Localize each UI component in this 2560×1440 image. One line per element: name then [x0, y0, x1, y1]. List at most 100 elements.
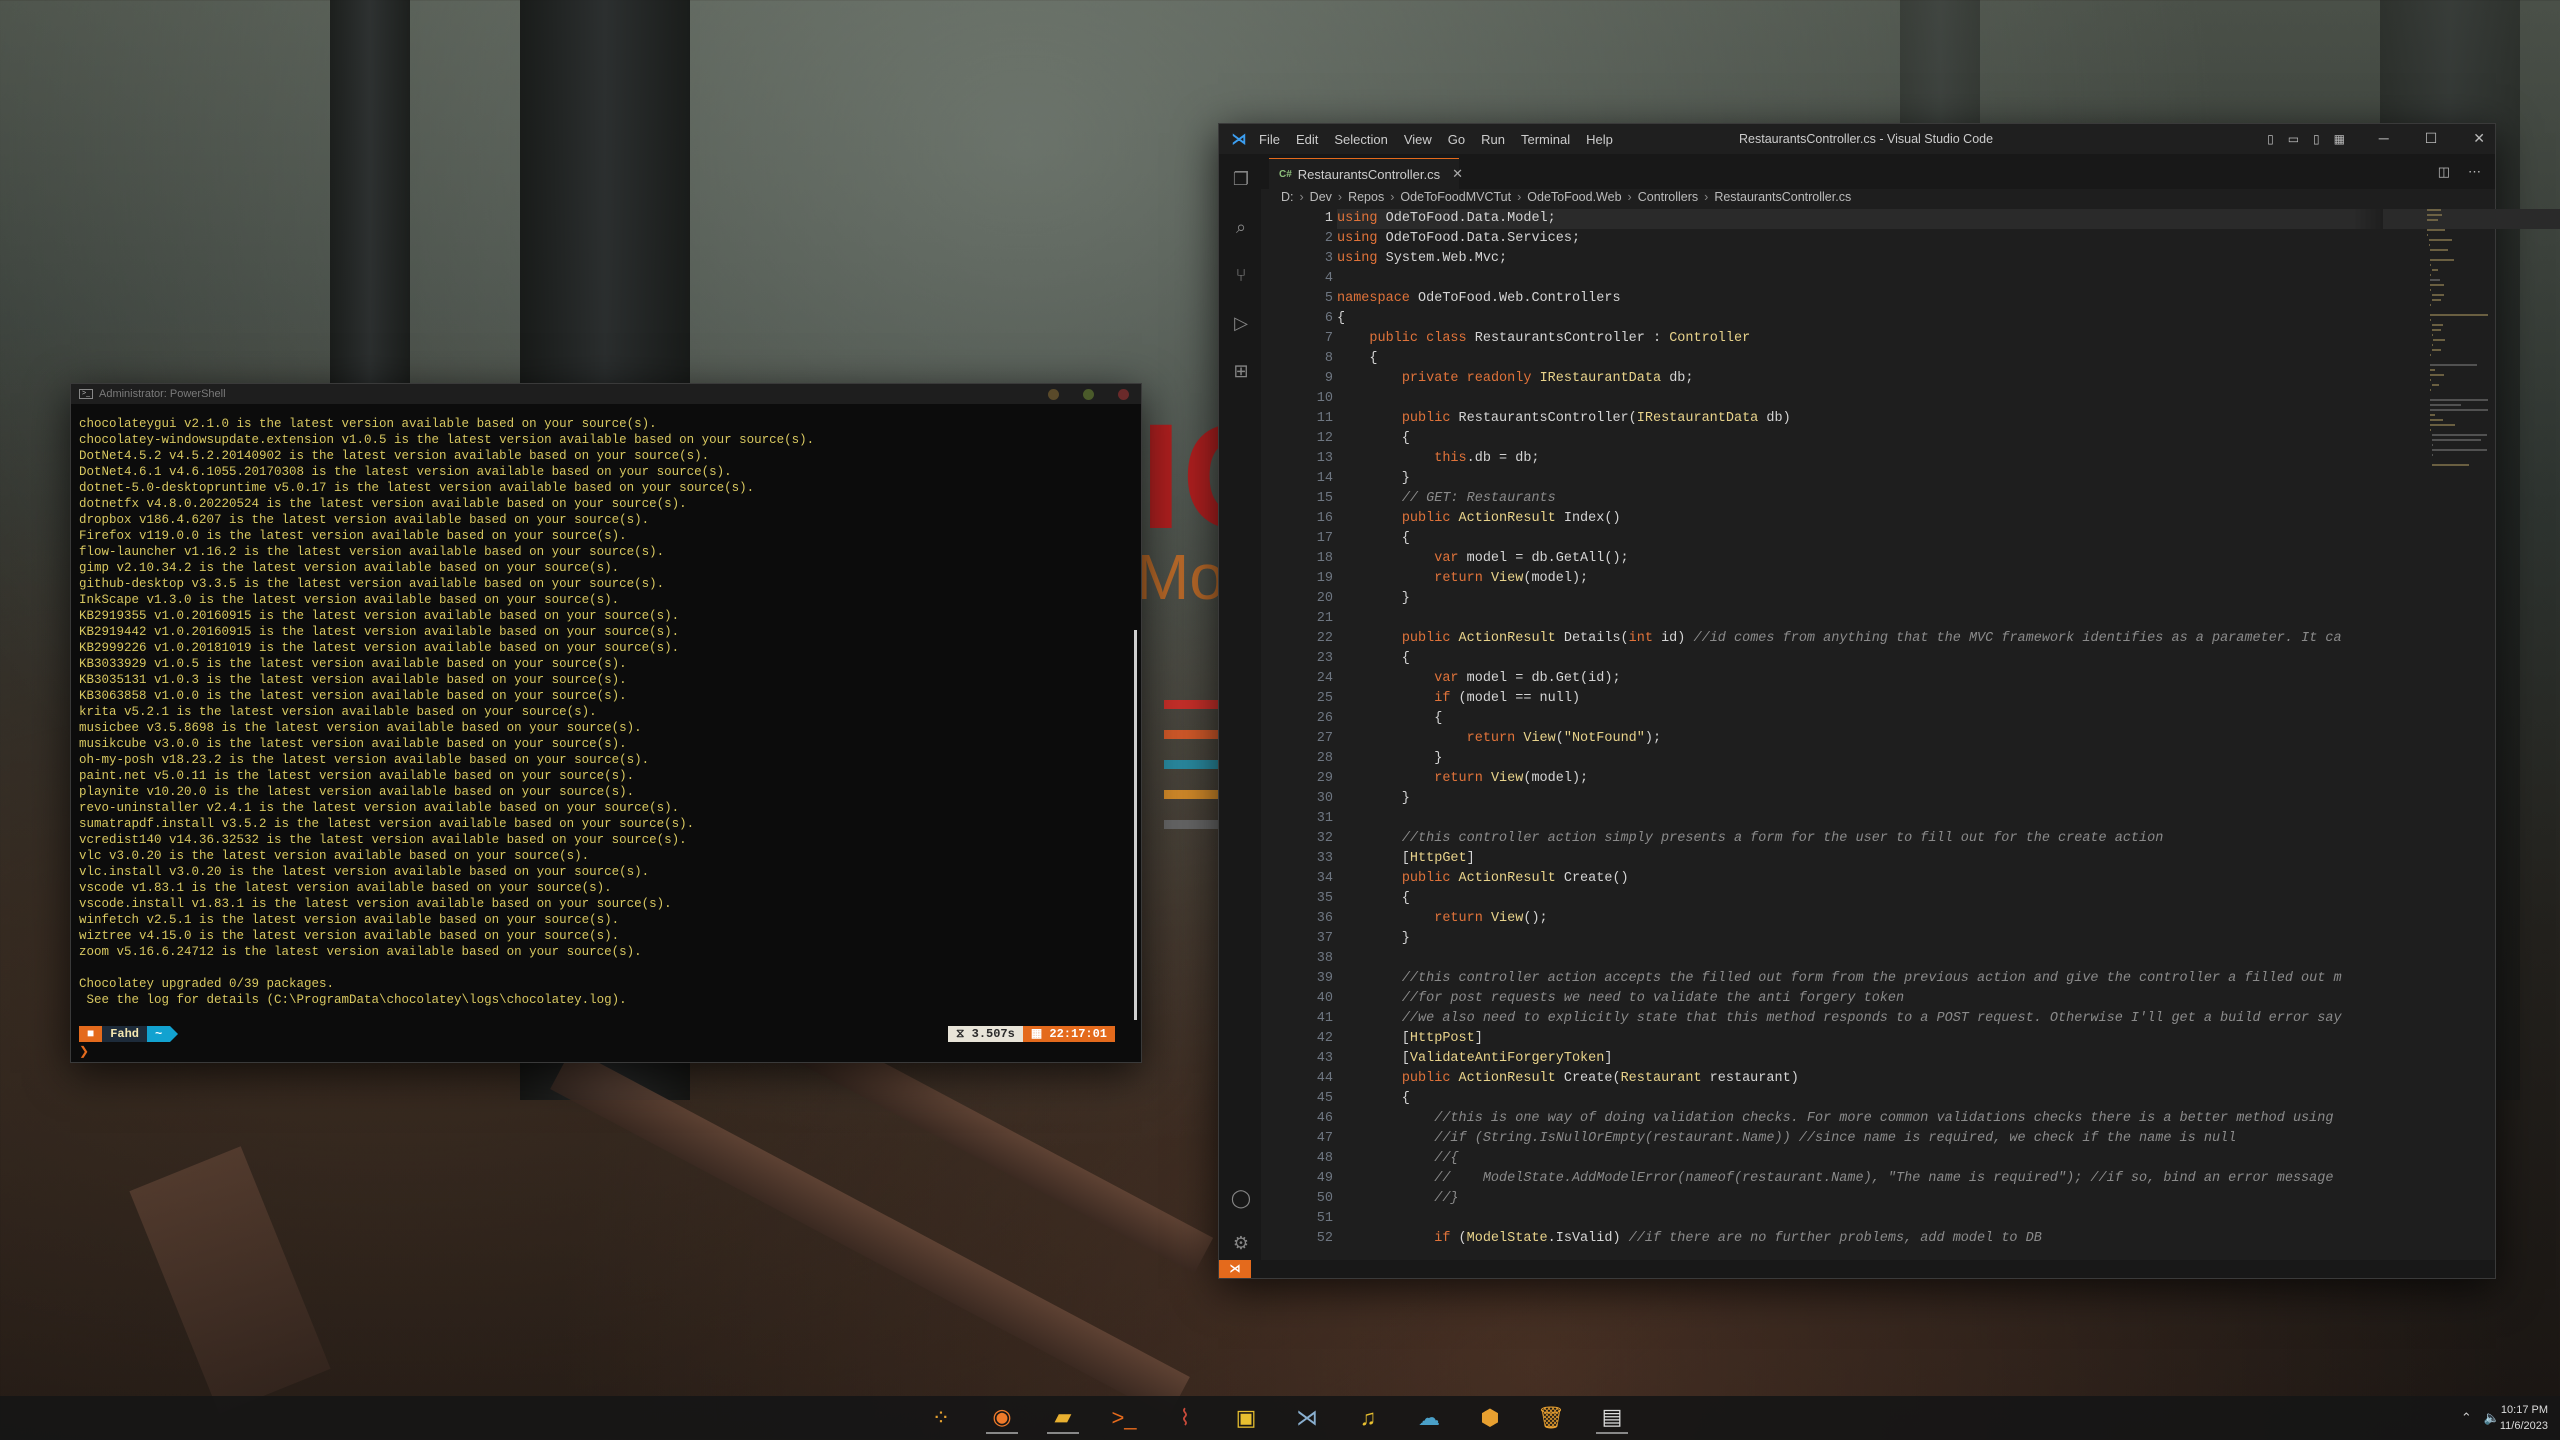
breadcrumb-item[interactable]: D:: [1281, 190, 1294, 204]
terminal-line: krita v5.2.1 is the latest version avail…: [79, 705, 597, 719]
start-icon[interactable]: ⁘: [925, 1402, 957, 1434]
volume-icon[interactable]: 🔈: [2484, 1410, 2500, 1426]
menu-item-run[interactable]: Run: [1481, 132, 1505, 147]
breadcrumb-item[interactable]: Dev: [1310, 190, 1332, 204]
menu-item-view[interactable]: View: [1404, 132, 1432, 147]
line-number: 11: [1316, 411, 1333, 426]
search-icon[interactable]: ⌕: [1230, 216, 1252, 238]
breadcrumb-item[interactable]: OdeToFoodMVCTut: [1400, 190, 1511, 204]
maximize-button[interactable]: ☐: [2425, 130, 2438, 147]
terminal-line: See the log for details (C:\ProgramData\…: [79, 993, 627, 1007]
prompt-dir: ~: [147, 1026, 171, 1042]
csharp-file-icon: C#: [1279, 168, 1292, 180]
line-number: 49: [1316, 1171, 1333, 1186]
minimize-button[interactable]: ─: [2379, 130, 2389, 147]
github-icon[interactable]: ⌇: [1169, 1402, 1201, 1434]
breadcrumb-item[interactable]: Repos: [1348, 190, 1384, 204]
music-icon[interactable]: ♫: [1352, 1402, 1384, 1434]
vscode-logo-icon: ⋊: [1231, 131, 1247, 148]
terminal-line: KB3035131 v1.0.3 is the latest version a…: [79, 673, 627, 687]
remote-indicator-icon[interactable]: ⋊: [1219, 1260, 1251, 1278]
vscode-window[interactable]: ⋊ File Edit Selection View Go Run Terminal Help…: [1218, 123, 2560, 1279]
package-icon[interactable]: ⬢: [1474, 1402, 1506, 1434]
terminal-line: Chocolatey upgraded 0/39 packages.: [79, 977, 335, 991]
line-number: 40: [1316, 991, 1333, 1006]
terminal-scrollbar[interactable]: [1134, 630, 1137, 1020]
vscode-titlebar[interactable]: ⋊ File Edit Selection View Go Run Terminal Help…: [1219, 124, 2495, 154]
terminal-line: flow-launcher v1.16.2 is the latest vers…: [79, 545, 665, 559]
game-icon[interactable]: ▣: [1230, 1402, 1262, 1434]
terminal-line: KB2919355 v1.0.20160915 is the latest ve…: [79, 609, 680, 623]
terminal-icon[interactable]: >_: [1108, 1402, 1140, 1434]
toggle-panel-icon[interactable]: ▭: [2288, 132, 2299, 146]
line-number: 21: [1316, 611, 1333, 626]
close-dot[interactable]: [1118, 389, 1129, 400]
split-editor-icon[interactable]: ◫: [2438, 164, 2450, 180]
line-number: 26: [1316, 711, 1333, 726]
window-controls: ─ ☐ ✕: [2379, 130, 2485, 147]
terminal-line: KB3033929 v1.0.5 is the latest version a…: [79, 657, 627, 671]
line-number: 25: [1316, 691, 1333, 706]
files-icon[interactable]: ▰: [1047, 1402, 1079, 1434]
run-debug-icon[interactable]: ▷: [1230, 312, 1252, 334]
cloud-icon[interactable]: ☁: [1413, 1402, 1445, 1434]
terminal-line: Firefox v119.0.0 is the latest version a…: [79, 529, 627, 543]
minimap[interactable]: [2427, 209, 2489, 529]
line-number: 33: [1316, 851, 1333, 866]
breadcrumb-item[interactable]: RestaurantsController.cs: [1714, 190, 1851, 204]
chevron-up-icon[interactable]: ⌃: [2461, 1410, 2472, 1426]
terminal-line: KB2919442 v1.0.20160915 is the latest ve…: [79, 625, 680, 639]
close-button[interactable]: ✕: [2473, 130, 2485, 147]
customize-layout-icon[interactable]: ▦: [2334, 132, 2345, 146]
menu-item-edit[interactable]: Edit: [1296, 132, 1318, 147]
terminal-line: winfetch v2.5.1 is the latest version av…: [79, 913, 620, 927]
more-actions-icon[interactable]: ⋯: [2468, 164, 2481, 180]
clock[interactable]: 10:17 PM 11/6/2023: [2500, 1402, 2548, 1434]
line-number: 18: [1316, 551, 1333, 566]
line-number: 23: [1316, 651, 1333, 666]
toggle-sidebar-icon[interactable]: ▯: [2267, 132, 2274, 146]
source-control-icon[interactable]: ⑂: [1230, 264, 1252, 286]
menu-item-terminal[interactable]: Terminal: [1521, 132, 1570, 147]
vscode-icon[interactable]: ⋊: [1291, 1402, 1323, 1434]
close-tab-icon[interactable]: ✕: [1452, 166, 1463, 182]
menu-item-selection[interactable]: Selection: [1334, 132, 1387, 147]
breadcrumb-item[interactable]: OdeToFood.Web: [1527, 190, 1621, 204]
menu-item-help[interactable]: Help: [1586, 132, 1613, 147]
explorer-icon[interactable]: ❐: [1230, 168, 1252, 190]
line-number: 19: [1316, 571, 1333, 586]
line-number: 35: [1316, 891, 1333, 906]
line-number: 41: [1316, 1011, 1333, 1026]
prompt-left: ■ Fahd ~: [79, 1026, 179, 1042]
terminal-line: chocolateygui v2.1.0 is the latest versi…: [79, 417, 657, 431]
system-tray: ⌃ 🔈: [2461, 1410, 2500, 1426]
manage-gear-icon[interactable]: ⚙: [1230, 1232, 1252, 1254]
prompt-cursor[interactable]: ❯: [79, 1044, 89, 1059]
trash-icon[interactable]: 🗑: [1535, 1402, 1567, 1434]
extensions-icon[interactable]: ⊞: [1230, 360, 1252, 382]
line-number: 16: [1316, 511, 1333, 526]
line-number: 30: [1316, 791, 1333, 806]
tab-restaurantscontroller[interactable]: C# RestaurantsController.cs ✕: [1269, 158, 1463, 189]
line-number: 38: [1316, 951, 1333, 966]
menu-item-file[interactable]: File: [1259, 132, 1280, 147]
layout-controls: ▯ ▭ ▯ ▦: [2267, 132, 2345, 146]
powershell-window[interactable]: >_ Administrator: PowerShell chocolateyg…: [70, 383, 1142, 1063]
terminal-output[interactable]: chocolateygui v2.1.0 is the latest versi…: [79, 416, 1127, 1008]
maximize-dot[interactable]: [1083, 389, 1094, 400]
powershell-icon[interactable]: ▤: [1596, 1402, 1628, 1434]
toggle-secondary-sidebar-icon[interactable]: ▯: [2313, 132, 2320, 146]
line-number: 6: [1324, 311, 1333, 326]
taskbar-apps: ⁘ ◉ ▰ >_ ⌇ ▣ ⋊ ♫ ☁ ⬢ 🗑 ▤: [925, 1402, 1628, 1434]
terminal-line: vlc.install v3.0.20 is the latest versio…: [79, 865, 650, 879]
clock-time: 10:17 PM: [2500, 1404, 2548, 1416]
firefox-icon[interactable]: ◉: [986, 1402, 1018, 1434]
terminal-line: musicbee v3.5.8698 is the latest version…: [79, 721, 642, 735]
breadcrumb-item[interactable]: Controllers: [1638, 190, 1698, 204]
powershell-titlebar[interactable]: >_ Administrator: PowerShell: [71, 384, 1141, 404]
accounts-icon[interactable]: ◯: [1230, 1187, 1252, 1209]
minimize-dot[interactable]: [1048, 389, 1059, 400]
line-number: 20: [1316, 591, 1333, 606]
menu-item-go[interactable]: Go: [1448, 132, 1465, 147]
